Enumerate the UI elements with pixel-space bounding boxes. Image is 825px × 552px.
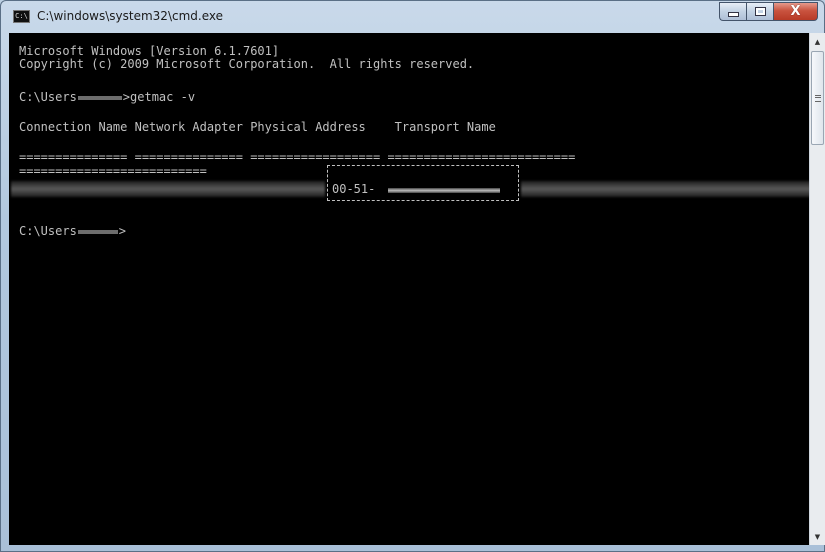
redacted-username: [77, 95, 122, 100]
maximize-button[interactable]: [746, 2, 773, 21]
caption-buttons: X: [719, 2, 818, 22]
close-icon: X: [790, 4, 801, 19]
table-header-row: Connection Name Network Adapter Physical…: [19, 120, 496, 134]
window-bottom-frame: [1, 545, 824, 552]
minimize-icon: [727, 12, 739, 17]
prompt-path: C:\Users: [19, 90, 77, 104]
scroll-up-arrow-icon[interactable]: ▲: [810, 33, 825, 50]
table-separator-row: =============== =============== ========…: [19, 150, 576, 164]
redacted-username: [77, 229, 118, 234]
redacted-mac-address: [388, 188, 500, 193]
maximize-icon: [754, 7, 766, 16]
redacted-transport-name: [521, 181, 809, 197]
title-bar[interactable]: C:\ C:\windows\system32\cmd.exe X: [1, 1, 824, 33]
scroll-down-arrow-icon[interactable]: ▼: [810, 528, 825, 545]
grip-icon: [814, 94, 821, 102]
vertical-scrollbar[interactable]: ▲ ▼: [809, 33, 825, 545]
prompt-path: C:\Users: [19, 224, 77, 238]
close-button[interactable]: X: [773, 2, 818, 21]
command-text: >getmac -v: [122, 90, 196, 104]
minimize-button[interactable]: [719, 2, 746, 21]
prompt-symbol: >: [118, 224, 127, 238]
cmd-window: C:\ C:\windows\system32\cmd.exe X Micros…: [0, 0, 825, 552]
scrollbar-thumb[interactable]: [811, 51, 824, 145]
table-separator-continuation: ==========================: [19, 164, 207, 178]
console-line-command: C:\Users >getmac -v: [19, 91, 195, 104]
mac-address-prefix: 00-51-: [332, 182, 376, 196]
mac-address-highlight: 00-51-: [327, 165, 519, 201]
cmd-app-icon[interactable]: C:\: [13, 10, 30, 23]
redacted-connection-name: [11, 181, 325, 197]
console-output[interactable]: Microsoft Windows [Version 6.1.7601] Cop…: [9, 33, 809, 545]
console-line-copyright: Copyright (c) 2009 Microsoft Corporation…: [19, 57, 475, 71]
console-line-prompt: C:\Users >: [19, 225, 126, 238]
window-title: C:\windows\system32\cmd.exe: [37, 9, 223, 23]
